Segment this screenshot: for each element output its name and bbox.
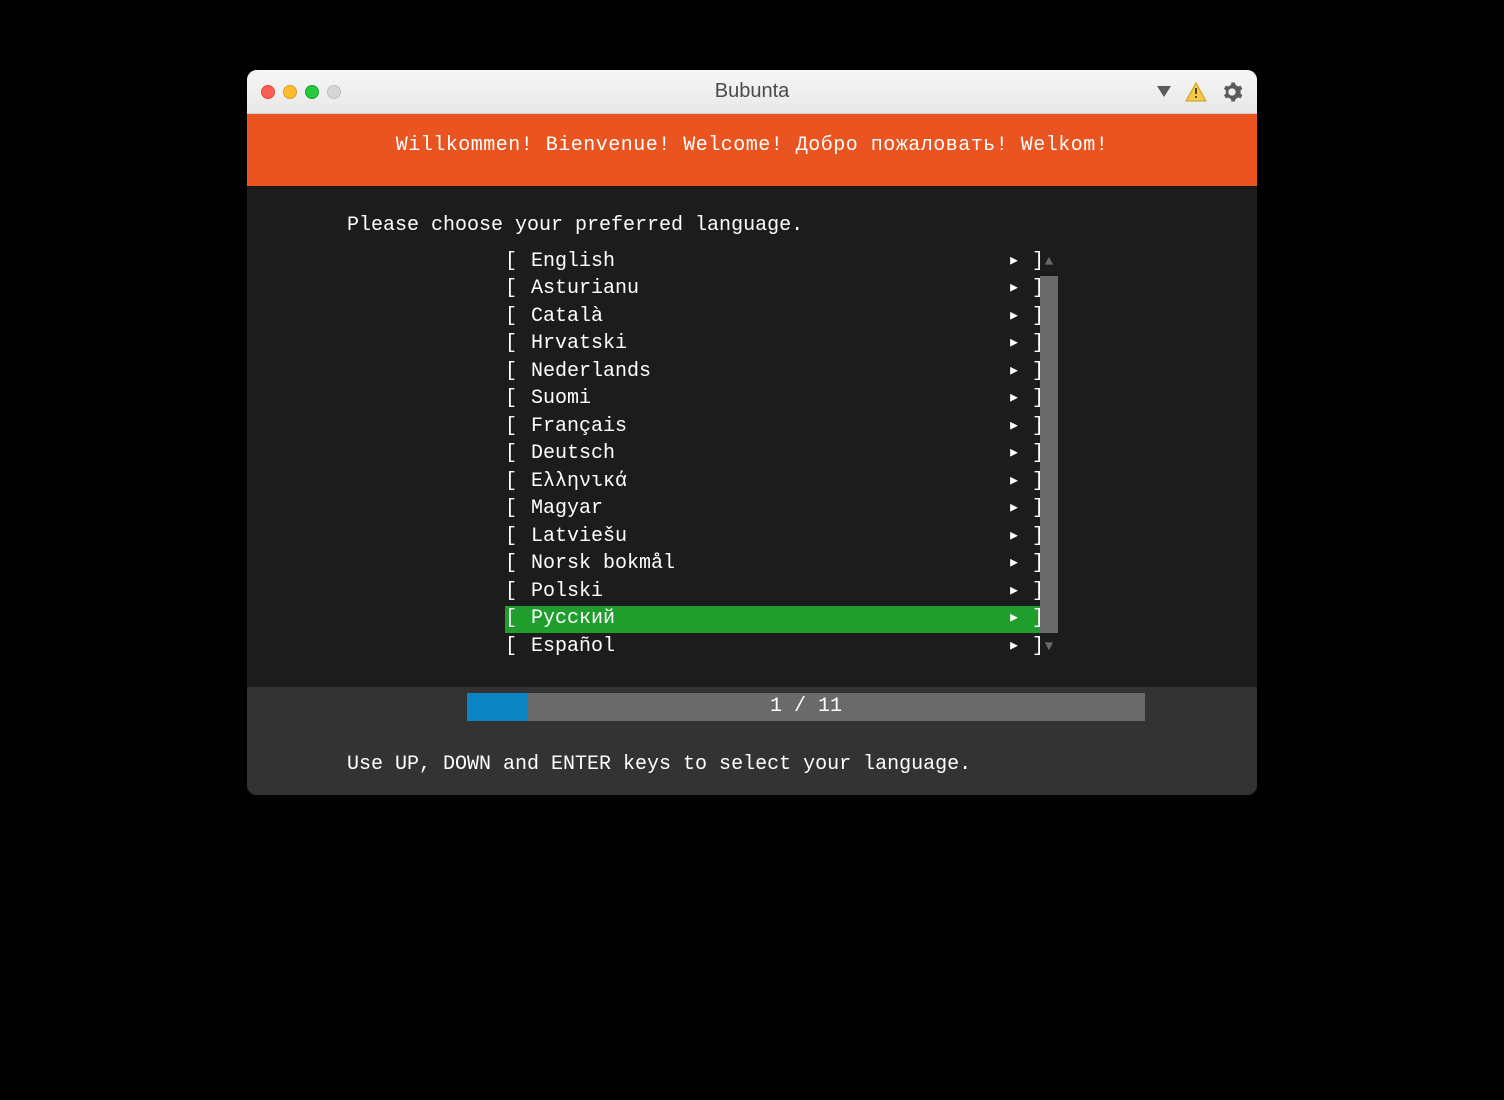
right-bracket: ]: [1020, 472, 1040, 492]
language-name: Ελληνικά: [531, 472, 996, 492]
right-bracket: ]: [1020, 554, 1040, 574]
close-button[interactable]: [261, 85, 275, 99]
traffic-lights: [261, 85, 341, 99]
language-option[interactable]: [ Nederlands▸ ]: [505, 358, 1040, 386]
window-title: Bubunta: [247, 80, 1257, 103]
language-name: Català: [531, 307, 996, 327]
left-bracket: [: [505, 444, 531, 464]
submenu-arrow-icon: ▸: [996, 417, 1020, 437]
terminal-body: Willkommen! Bienvenue! Welcome! Добро по…: [247, 114, 1257, 795]
submenu-arrow-icon: ▸: [996, 637, 1020, 657]
language-option[interactable]: [ Hrvatski▸ ]: [505, 331, 1040, 359]
submenu-arrow-icon: ▸: [996, 582, 1020, 602]
right-bracket: ]: [1020, 334, 1040, 354]
language-name: Suomi: [531, 389, 996, 409]
language-name: Polski: [531, 582, 996, 602]
language-option[interactable]: [ Polski▸ ]: [505, 578, 1040, 606]
left-bracket: [: [505, 527, 531, 547]
right-bracket: ]: [1020, 499, 1040, 519]
app-window: Bubunta Willkommen! Bienvenue! Welcome! …: [247, 70, 1257, 795]
left-bracket: [: [505, 582, 531, 602]
zoom-button[interactable]: [305, 85, 319, 99]
left-bracket: [: [505, 362, 531, 382]
warning-icon[interactable]: [1185, 82, 1207, 102]
language-name: Deutsch: [531, 444, 996, 464]
language-option[interactable]: [ Français▸ ]: [505, 413, 1040, 441]
language-option[interactable]: [ Asturianu▸ ]: [505, 276, 1040, 304]
right-bracket: ]: [1020, 582, 1040, 602]
minimize-button[interactable]: [283, 85, 297, 99]
submenu-arrow-icon: ▸: [996, 279, 1020, 299]
scroll-up-icon[interactable]: ▲: [1040, 248, 1058, 276]
language-name: Français: [531, 417, 996, 437]
language-name: Nederlands: [531, 362, 996, 382]
right-bracket: ]: [1020, 279, 1040, 299]
language-option[interactable]: [ Norsk bokmål▸ ]: [505, 551, 1040, 579]
progress-text: 1 / 11: [467, 693, 1145, 721]
language-option[interactable]: [ Deutsch▸ ]: [505, 441, 1040, 469]
progress-section: 1 / 11 Use UP, DOWN and ENTER keys to se…: [247, 687, 1257, 795]
left-bracket: [: [505, 334, 531, 354]
gear-icon[interactable]: [1221, 81, 1243, 103]
language-option[interactable]: [ Español▸ ]: [505, 633, 1040, 661]
language-option[interactable]: [ Русский▸ ]: [505, 606, 1040, 634]
titlebar: Bubunta: [247, 70, 1257, 114]
language-name: Español: [531, 637, 996, 657]
left-bracket: [: [505, 279, 531, 299]
language-option[interactable]: [ Latviešu▸ ]: [505, 523, 1040, 551]
right-bracket: ]: [1020, 252, 1040, 272]
language-option[interactable]: [ English▸ ]: [505, 248, 1040, 276]
left-bracket: [: [505, 307, 531, 327]
language-option[interactable]: [ Suomi▸ ]: [505, 386, 1040, 414]
left-bracket: [: [505, 389, 531, 409]
language-name: Asturianu: [531, 279, 996, 299]
language-option[interactable]: [ Magyar▸ ]: [505, 496, 1040, 524]
language-list[interactable]: [ English▸ ][ Asturianu▸ ][ Català▸ ][ H…: [505, 248, 1040, 661]
language-name: Latviešu: [531, 527, 996, 547]
language-name: Русский: [531, 609, 996, 629]
left-bracket: [: [505, 252, 531, 272]
submenu-arrow-icon: ▸: [996, 609, 1020, 629]
disabled-button: [327, 85, 341, 99]
left-bracket: [: [505, 637, 531, 657]
submenu-arrow-icon: ▸: [996, 334, 1020, 354]
left-bracket: [: [505, 417, 531, 437]
submenu-arrow-icon: ▸: [996, 362, 1020, 382]
language-name: Hrvatski: [531, 334, 996, 354]
language-option[interactable]: [ Ελληνικά▸ ]: [505, 468, 1040, 496]
submenu-arrow-icon: ▸: [996, 389, 1020, 409]
right-bracket: ]: [1020, 637, 1040, 657]
welcome-banner: Willkommen! Bienvenue! Welcome! Добро по…: [247, 114, 1257, 186]
right-bracket: ]: [1020, 389, 1040, 409]
progress-bar: 1 / 11: [467, 693, 1145, 721]
left-bracket: [: [505, 472, 531, 492]
right-bracket: ]: [1020, 527, 1040, 547]
language-name: Norsk bokmål: [531, 554, 996, 574]
language-name: English: [531, 252, 996, 272]
submenu-arrow-icon: ▸: [996, 527, 1020, 547]
right-bracket: ]: [1020, 609, 1040, 629]
scrollbar[interactable]: ▲ ▼: [1040, 248, 1058, 661]
scroll-track[interactable]: [1040, 276, 1058, 634]
left-bracket: [: [505, 554, 531, 574]
left-bracket: [: [505, 499, 531, 519]
left-bracket: [: [505, 609, 531, 629]
submenu-arrow-icon: ▸: [996, 307, 1020, 327]
scroll-down-icon[interactable]: ▼: [1040, 633, 1058, 661]
right-bracket: ]: [1020, 444, 1040, 464]
right-bracket: ]: [1020, 307, 1040, 327]
submenu-arrow-icon: ▸: [996, 472, 1020, 492]
right-bracket: ]: [1020, 417, 1040, 437]
footer-hint: Use UP, DOWN and ENTER keys to select yo…: [247, 721, 1257, 795]
dropdown-icon[interactable]: [1157, 86, 1171, 98]
language-name: Magyar: [531, 499, 996, 519]
language-prompt: Please choose your preferred language.: [247, 186, 1257, 248]
language-option[interactable]: [ Català▸ ]: [505, 303, 1040, 331]
submenu-arrow-icon: ▸: [996, 252, 1020, 272]
submenu-arrow-icon: ▸: [996, 444, 1020, 464]
right-bracket: ]: [1020, 362, 1040, 382]
submenu-arrow-icon: ▸: [996, 499, 1020, 519]
submenu-arrow-icon: ▸: [996, 554, 1020, 574]
